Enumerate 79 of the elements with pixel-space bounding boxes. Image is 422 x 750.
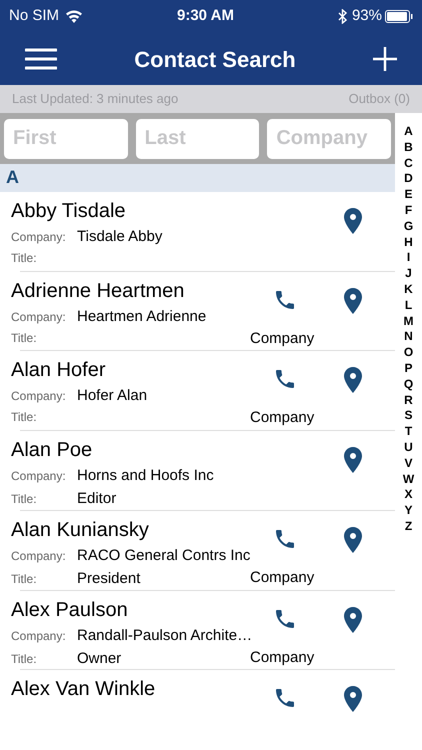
company-label: Company: — [11, 468, 67, 486]
index-letter[interactable]: Y — [404, 503, 412, 519]
location-pin-icon[interactable] — [344, 447, 362, 474]
phone-type: Company — [250, 648, 314, 668]
index-letter[interactable]: S — [404, 408, 412, 424]
index-letter[interactable]: X — [404, 487, 412, 504]
job-title: Editor — [77, 489, 116, 510]
contact-name[interactable]: Alan Hofer — [11, 357, 395, 384]
company-label: Company: — [11, 388, 67, 406]
contact-name[interactable]: Adrienne Heartmen — [11, 278, 395, 304]
bluetooth-icon — [338, 9, 347, 24]
menu-icon[interactable] — [25, 48, 57, 70]
phone-type: Company — [250, 328, 314, 349]
company-label: Company: — [11, 628, 67, 645]
index-letter[interactable]: D — [404, 171, 413, 188]
location-pin-icon[interactable] — [344, 606, 362, 633]
title-label: Title: — [11, 250, 38, 268]
title-label: Title: — [11, 570, 38, 588]
index-letter[interactable]: G — [404, 218, 414, 235]
index-letter[interactable]: T — [404, 424, 412, 440]
index-letter[interactable]: A — [404, 124, 413, 140]
index-letter[interactable]: H — [404, 234, 413, 250]
job-title: Owner — [77, 648, 122, 669]
search-field[interactable]: Company — [267, 118, 392, 159]
contact-name[interactable]: Alex Paulson — [11, 596, 395, 623]
contact-name[interactable]: Abby Tisdale — [11, 198, 395, 224]
search-field[interactable]: Last — [136, 118, 260, 159]
title-label: Title: — [11, 491, 38, 508]
index-letter[interactable]: B — [404, 140, 413, 156]
location-pin-icon[interactable] — [344, 367, 362, 394]
index-letter[interactable]: O — [404, 345, 414, 361]
add-icon[interactable] — [373, 47, 397, 71]
contact-name[interactable]: Alan Poe — [11, 437, 395, 464]
index-letter[interactable]: I — [406, 250, 410, 266]
contact-name[interactable]: Alex Van Winkle — [11, 676, 395, 702]
company-label: Company: — [11, 229, 67, 246]
clock: 9:30 AM — [176, 6, 235, 26]
title-label: Title: — [11, 330, 38, 347]
location-pin-icon[interactable] — [344, 208, 362, 234]
company-name: Hofer Alan — [77, 386, 148, 406]
company-name: Tisdale Abby — [77, 227, 162, 248]
index-letter[interactable]: Q — [404, 376, 414, 393]
phone-type: Company — [250, 568, 314, 588]
index-letter[interactable]: F — [404, 202, 412, 219]
index-letter[interactable]: C — [404, 156, 413, 172]
wifi-icon — [65, 10, 84, 23]
index-letter[interactable]: J — [405, 266, 412, 282]
job-title: President — [77, 568, 140, 589]
last-updated: Last Updated: 3 minutes ago — [12, 90, 178, 108]
company-label: Company: — [11, 308, 67, 326]
company-name: Horns and Hoofs Inc — [77, 466, 214, 486]
index-letter[interactable]: R — [404, 392, 413, 408]
battery-percent: 93% — [352, 6, 382, 26]
title-label: Title: — [11, 650, 38, 668]
contact-name[interactable]: Alan Kuniansky — [11, 516, 395, 543]
index-letter[interactable]: W — [402, 472, 414, 488]
index-letter[interactable]: E — [404, 187, 412, 203]
index-letter[interactable]: L — [404, 298, 412, 314]
phone-type: Company — [250, 408, 314, 428]
location-pin-icon[interactable] — [344, 526, 362, 553]
index-letter[interactable]: U — [404, 440, 413, 456]
location-pin-icon[interactable] — [344, 288, 362, 314]
title-label: Title: — [11, 409, 38, 426]
index-letter[interactable]: N — [404, 329, 413, 346]
company-label: Company: — [11, 548, 67, 565]
index-letter[interactable]: M — [404, 314, 414, 330]
carrier: No SIM — [9, 6, 60, 26]
page-title: Contact Search — [133, 46, 297, 74]
search-field[interactable]: First — [4, 118, 128, 159]
index-letter[interactable]: V — [404, 456, 412, 472]
company-name: RACO General Contrs Inc — [77, 546, 250, 566]
index-letter[interactable]: K — [404, 282, 413, 298]
location-pin-icon[interactable] — [344, 686, 362, 712]
battery-icon — [385, 10, 413, 23]
section-header: A — [0, 164, 395, 192]
index-letter[interactable]: Z — [404, 518, 412, 535]
index-letter[interactable]: P — [404, 360, 412, 377]
company-name: Randall-Paulson Archite… — [77, 626, 252, 646]
company-name: Heartmen Adrienne — [77, 306, 206, 327]
